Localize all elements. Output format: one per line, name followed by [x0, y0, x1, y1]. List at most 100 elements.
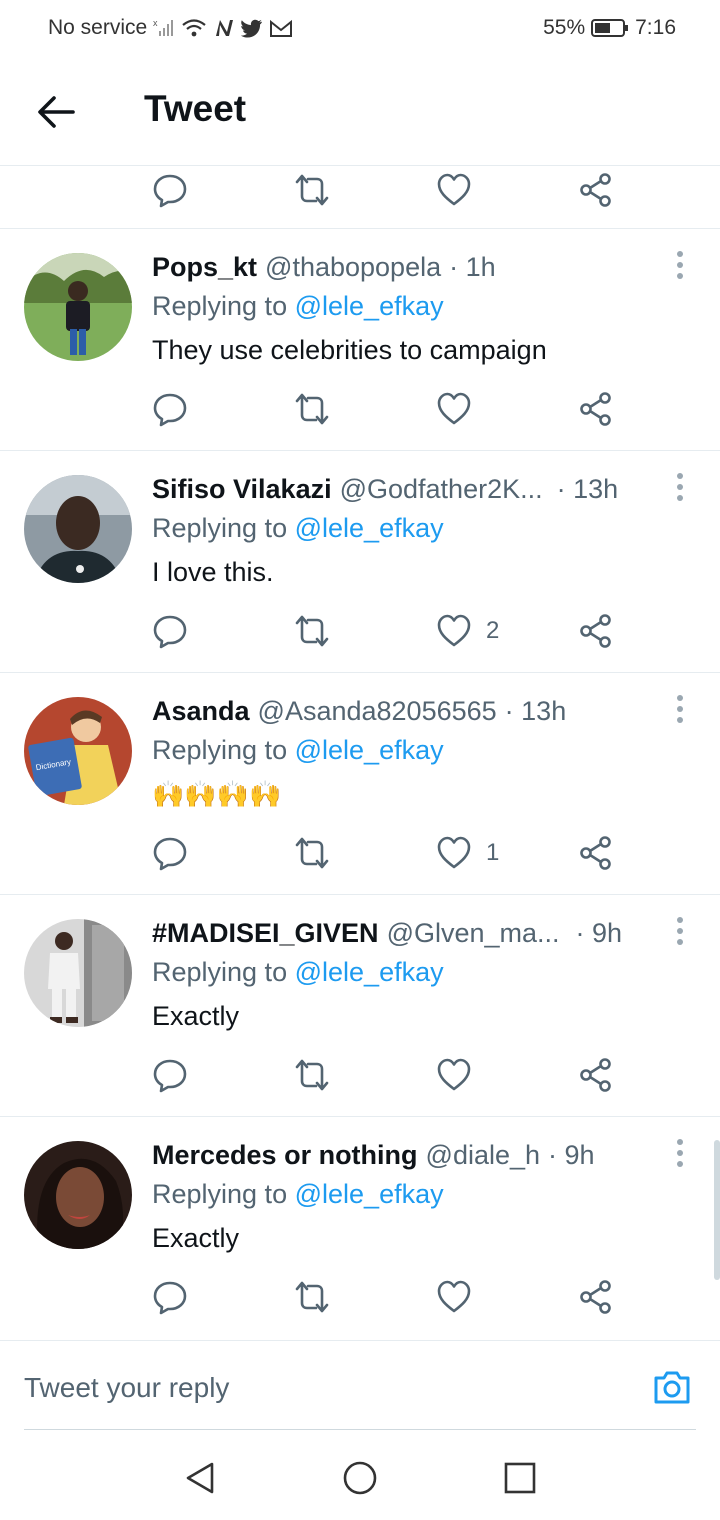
reply-icon [153, 174, 187, 208]
retweet-button[interactable] [294, 389, 330, 429]
share-button[interactable] [578, 389, 614, 429]
retweet-button[interactable] [294, 1277, 330, 1317]
nav-home-icon[interactable] [342, 1460, 378, 1496]
reply-tweet[interactable]: Dictionary Asanda @Asanda82056565 · 13h … [0, 673, 720, 895]
mention-link[interactable]: @lele_efkay [295, 957, 444, 987]
like-button[interactable] [436, 1055, 486, 1095]
retweet-icon [295, 615, 329, 647]
reply-button[interactable] [152, 170, 188, 210]
replying-prefix: Replying to [152, 957, 288, 987]
tweet-header: #MADISEI_GIVEN @Glven_ma... · 9h [152, 913, 652, 953]
reply-icon [153, 393, 187, 427]
reply-tweet[interactable]: Pops_kt @thabopopela · 1h Replying to @l… [0, 229, 720, 451]
username[interactable]: @thabopopela [265, 252, 441, 283]
display-name[interactable]: #MADISEI_GIVEN [152, 918, 379, 949]
share-icon [580, 173, 611, 207]
nav-back-icon[interactable] [182, 1460, 218, 1496]
twitter-icon [241, 18, 263, 38]
retweet-button[interactable] [294, 170, 330, 210]
heart-icon [437, 173, 471, 206]
replying-prefix: Replying to [152, 1179, 288, 1209]
back-arrow-icon[interactable] [36, 92, 76, 132]
gmail-icon [269, 18, 293, 38]
tweet-text: 🙌🙌🙌🙌 [152, 779, 282, 809]
tweet-actions-previous [152, 170, 632, 210]
reply-button[interactable] [152, 611, 188, 651]
retweet-icon [295, 1281, 329, 1313]
retweet-button[interactable] [294, 833, 330, 873]
more-options-icon[interactable] [674, 695, 686, 729]
display-name[interactable]: Asanda [152, 696, 250, 727]
like-button[interactable] [436, 389, 486, 429]
retweet-icon [295, 1059, 329, 1091]
battery-percent: 55% [543, 16, 586, 39]
avatar[interactable] [24, 475, 132, 583]
replying-prefix: Replying to [152, 513, 288, 543]
share-button[interactable] [578, 833, 614, 873]
like-button[interactable]: 2 [436, 611, 499, 651]
reply-button[interactable] [152, 1277, 188, 1317]
like-button[interactable] [436, 170, 472, 210]
share-button[interactable] [578, 170, 614, 210]
mention-link[interactable]: @lele_efkay [295, 291, 444, 321]
reply-button[interactable] [152, 389, 188, 429]
tweet-header: Pops_kt @thabopopela · 1h [152, 247, 652, 287]
share-button[interactable] [578, 1277, 614, 1317]
timestamp: · 13h [556, 473, 619, 504]
retweet-button[interactable] [294, 1055, 330, 1095]
replying-to: Replying to @lele_efkay [152, 1179, 444, 1210]
reply-icon [153, 1281, 187, 1315]
carrier-label: No service [48, 16, 148, 39]
more-options-icon[interactable] [674, 917, 686, 951]
share-icon [580, 1058, 611, 1092]
more-options-icon[interactable] [674, 251, 686, 285]
like-button[interactable] [436, 1277, 486, 1317]
like-button[interactable]: 1 [436, 833, 499, 873]
scrollbar-thumb[interactable] [714, 1140, 720, 1280]
avatar[interactable] [24, 919, 132, 1027]
reply-input[interactable] [24, 1363, 604, 1413]
reply-tweet[interactable]: #MADISEI_GIVEN @Glven_ma... · 9h Replyin… [0, 895, 720, 1117]
more-options-icon[interactable] [674, 1139, 686, 1173]
username[interactable]: @Glven_ma... [387, 918, 560, 949]
share-icon [580, 1280, 611, 1314]
heart-icon [437, 1058, 471, 1091]
mention-link[interactable]: @lele_efkay [295, 1179, 444, 1209]
reply-button[interactable] [152, 833, 188, 873]
avatar[interactable]: Dictionary [24, 697, 132, 805]
camera-icon[interactable] [652, 1369, 692, 1409]
tweet-header: Mercedes or nothing @diale_h · 9h [152, 1135, 652, 1175]
svg-text:x: x [153, 18, 158, 28]
replying-to: Replying to @lele_efkay [152, 291, 444, 322]
timestamp: · 1h [449, 251, 496, 282]
username[interactable]: @Godfather2K... [340, 474, 543, 505]
avatar[interactable] [24, 1141, 132, 1249]
heart-icon [437, 1280, 471, 1313]
avatar[interactable] [24, 253, 132, 361]
display-name[interactable]: Sifiso Vilakazi [152, 474, 332, 505]
like-count: 2 [486, 617, 500, 644]
reply-button[interactable] [152, 1055, 188, 1095]
username[interactable]: @Asanda82056565 [258, 696, 497, 727]
retweet-button[interactable] [294, 611, 330, 651]
share-icon [580, 614, 611, 648]
system-nav-bar [0, 1430, 720, 1520]
signal-icon: x [153, 18, 175, 38]
tweet-header: Sifiso Vilakazi @Godfather2K... · 13h [152, 469, 652, 509]
mention-link[interactable]: @lele_efkay [295, 513, 444, 543]
share-button[interactable] [578, 611, 614, 651]
nav-recents-icon[interactable] [502, 1460, 538, 1496]
more-options-icon[interactable] [674, 473, 686, 507]
reply-tweet[interactable]: Mercedes or nothing @diale_h · 9h Replyi… [0, 1117, 720, 1339]
reply-icon [153, 837, 187, 871]
mention-link[interactable]: @lele_efkay [295, 735, 444, 765]
reply-icon [153, 1059, 187, 1093]
tweet-actions: 1 [152, 833, 632, 873]
share-button[interactable] [578, 1055, 614, 1095]
reply-tweet[interactable]: Sifiso Vilakazi @Godfather2K... · 13h Re… [0, 451, 720, 673]
display-name[interactable]: Mercedes or nothing [152, 1140, 418, 1171]
replying-prefix: Replying to [152, 291, 288, 321]
like-count: 1 [486, 839, 500, 866]
display-name[interactable]: Pops_kt [152, 252, 257, 283]
username[interactable]: @diale_h [426, 1140, 541, 1171]
